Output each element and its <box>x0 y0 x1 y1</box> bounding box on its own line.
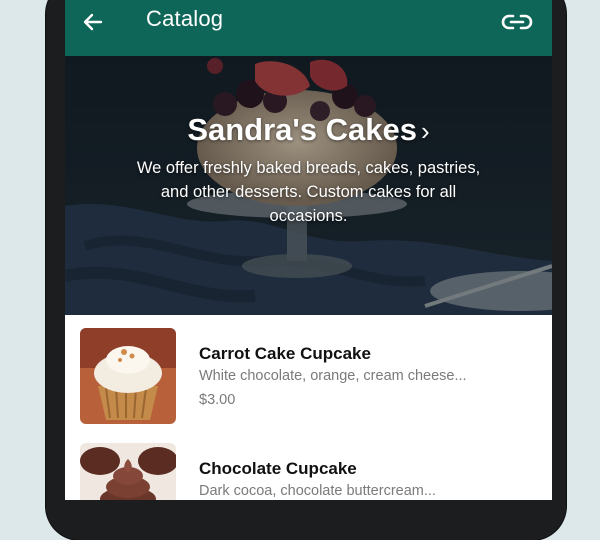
chevron-right-icon: › <box>421 116 430 146</box>
shop-description: We offer freshly baked breads, cakes, pa… <box>136 159 481 225</box>
link-icon[interactable] <box>500 8 534 36</box>
product-item[interactable]: Carrot Cake Cupcake White chocolate, ora… <box>65 315 552 430</box>
shop-name: Sandra's Cakes <box>187 112 417 147</box>
arrow-left-icon[interactable] <box>81 10 105 34</box>
product-description: Dark cocoa, chocolate buttercream... <box>199 483 436 499</box>
catalog-hero: Sandra's Cakes › We offer freshly baked b… <box>65 56 552 315</box>
app-bar: Catalog <box>65 0 552 56</box>
page-title: Catalog <box>146 6 224 31</box>
product-thumbnail <box>80 328 176 424</box>
app-screen: Catalog Sandra's Cakes › We offer freshl… <box>65 0 552 500</box>
product-list: Carrot Cake Cupcake White chocolate, ora… <box>65 315 552 500</box>
product-thumbnail <box>80 443 176 500</box>
shop-name-link[interactable]: Sandra's Cakes › <box>65 112 552 148</box>
product-item[interactable]: Chocolate Cupcake Dark cocoa, chocolate … <box>65 430 552 500</box>
product-name: Chocolate Cupcake <box>199 459 357 478</box>
product-description: White chocolate, orange, cream cheese... <box>199 368 467 384</box>
product-price: $3.00 <box>199 392 236 408</box>
product-name: Carrot Cake Cupcake <box>199 344 371 363</box>
